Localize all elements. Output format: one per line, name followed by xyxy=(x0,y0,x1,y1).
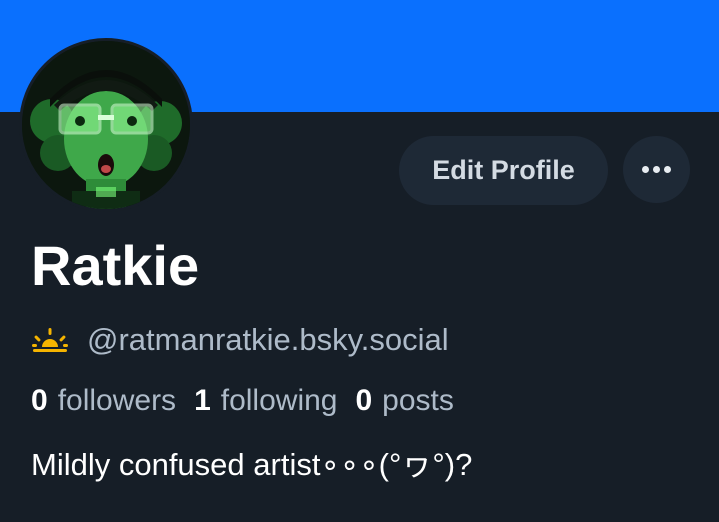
followers-link[interactable]: 0 followers xyxy=(31,384,176,418)
profile-handle[interactable]: @ratmanratkie.bsky.social xyxy=(87,322,449,358)
more-options-button[interactable] xyxy=(623,136,690,203)
avatar[interactable] xyxy=(19,38,193,212)
avatar-illustration xyxy=(22,41,190,209)
following-link[interactable]: 1 following xyxy=(194,384,337,418)
following-label: following xyxy=(220,384,338,417)
posts-stat: 0 posts xyxy=(355,384,453,418)
profile-bio: Mildly confused artist∘∘∘(°ヮ°)? xyxy=(31,447,473,482)
ellipsis-icon xyxy=(642,166,671,173)
followers-count: 0 xyxy=(31,384,48,417)
following-count: 1 xyxy=(194,384,211,417)
posts-count: 0 xyxy=(355,384,373,417)
profile-stats: 0 followers 1 following 0 posts xyxy=(31,380,472,422)
handle-row: @ratmanratkie.bsky.social xyxy=(31,318,449,362)
posts-label: posts xyxy=(382,384,454,417)
display-name: Ratkie xyxy=(31,234,200,297)
edit-profile-button[interactable]: Edit Profile xyxy=(399,136,608,205)
sunrise-icon xyxy=(32,328,68,352)
followers-label: followers xyxy=(57,384,177,417)
